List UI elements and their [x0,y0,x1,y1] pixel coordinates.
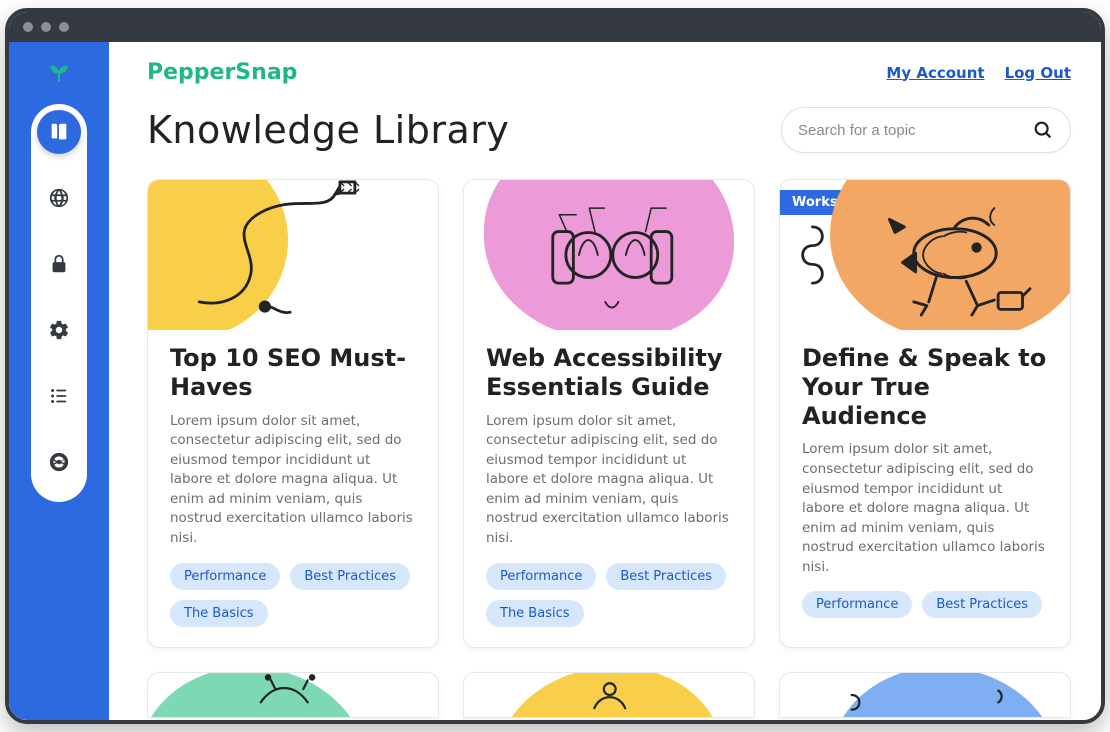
window-dot [41,22,51,32]
main-content: PepperSnap My Account Log Out Knowledge … [109,42,1101,720]
sidebar-item-explore[interactable] [37,176,81,220]
card-cover [780,180,1070,330]
window-dot [23,22,33,32]
card-cover [464,673,754,717]
page-header-row: Knowledge Library [147,107,1071,153]
page-title: Knowledge Library [147,108,509,152]
card-excerpt: Lorem ipsum dolor sit amet, consectetur … [802,440,1048,577]
search-input[interactable] [798,122,1032,139]
sidebar-item-help[interactable] [37,440,81,484]
window-dot [59,22,69,32]
card-cover [780,673,1070,717]
card-title: Web Accessibility Essentials Guide [486,344,732,402]
sidebar [9,42,109,720]
window-titlebar [9,12,1101,42]
search-icon [1032,119,1054,141]
card-cover [148,673,438,717]
card-grid: Top 10 SEO Must-Haves Lorem ipsum dolor … [147,179,1071,720]
article-card-peek[interactable] [463,672,755,718]
card-tags: Performance Best Practices The Basics [170,563,416,627]
tag-chip[interactable]: The Basics [486,600,584,627]
top-bar: PepperSnap My Account Log Out [147,60,1071,85]
card-title: Define & Speak to Your True Audience [802,344,1048,430]
browser-frame: PepperSnap My Account Log Out Knowledge … [5,8,1105,724]
article-card[interactable]: Worksheet [779,179,1071,648]
sidebar-nav [31,104,87,502]
log-out-link[interactable]: Log Out [1005,64,1071,82]
sidebar-item-library[interactable] [37,110,81,154]
sidebar-item-list[interactable] [37,374,81,418]
card-tags: Performance Best Practices The Basics [486,563,732,627]
card-tags: Performance Best Practices [802,591,1048,618]
tag-chip[interactable]: Best Practices [606,563,726,590]
tag-chip[interactable]: Performance [170,563,280,590]
card-cover [148,180,438,330]
tag-chip[interactable]: Best Practices [922,591,1042,618]
search-box[interactable] [781,107,1071,153]
tag-chip[interactable]: Performance [802,591,912,618]
sprout-logo-icon [46,60,72,82]
top-links: My Account Log Out [886,64,1071,82]
my-account-link[interactable]: My Account [886,64,984,82]
article-card[interactable]: Web Accessibility Essentials Guide Lorem… [463,179,755,648]
card-excerpt: Lorem ipsum dolor sit amet, consectetur … [170,412,416,549]
tag-chip[interactable]: Performance [486,563,596,590]
viewport: PepperSnap My Account Log Out Knowledge … [9,42,1101,720]
card-title: Top 10 SEO Must-Haves [170,344,416,402]
card-cover [464,180,754,330]
sidebar-item-security[interactable] [37,242,81,286]
tag-chip[interactable]: Best Practices [290,563,410,590]
card-excerpt: Lorem ipsum dolor sit amet, consectetur … [486,412,732,549]
sidebar-item-settings[interactable] [37,308,81,352]
article-card-peek[interactable] [147,672,439,718]
tag-chip[interactable]: The Basics [170,600,268,627]
article-card[interactable]: Top 10 SEO Must-Haves Lorem ipsum dolor … [147,179,439,648]
brand-logo: PepperSnap [147,60,297,85]
article-card-peek[interactable] [779,672,1071,718]
